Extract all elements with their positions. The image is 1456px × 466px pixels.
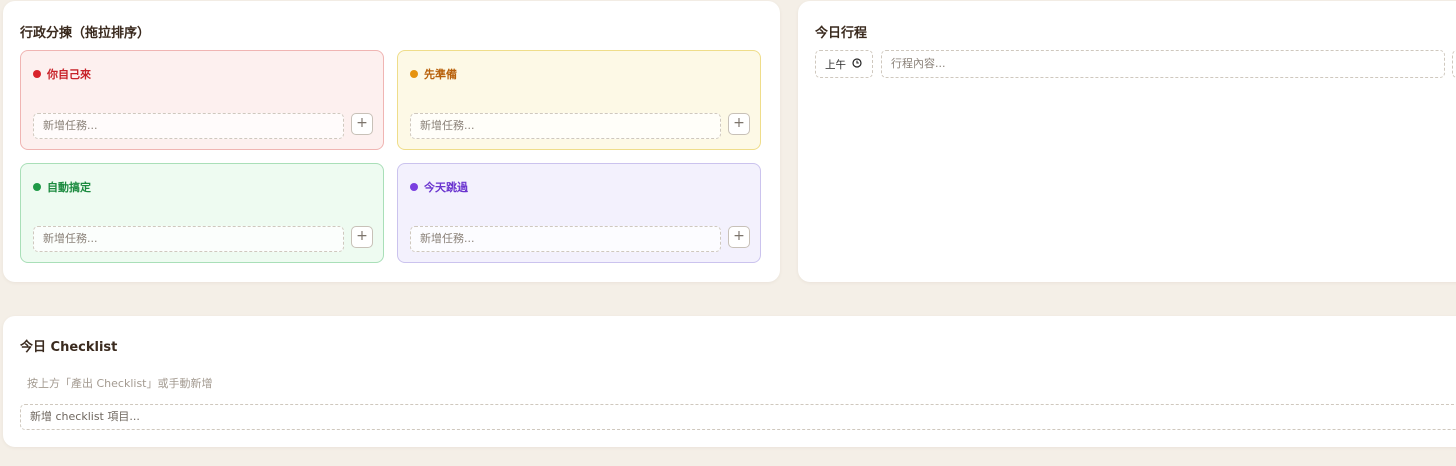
purple-dot-icon xyxy=(410,183,418,191)
checklist-panel: 今日 Checklist 按上方「產出 Checklist」或手動新增 新增 c… xyxy=(3,316,1456,447)
add-task-button[interactable]: + xyxy=(351,226,373,248)
quadrant-header: 先準備 xyxy=(410,66,457,82)
time-input[interactable]: 上午 xyxy=(815,50,873,78)
orange-dot-icon xyxy=(410,70,418,78)
add-task-button[interactable]: + xyxy=(728,113,750,135)
new-task-input[interactable]: 新增任務... xyxy=(33,226,344,252)
triage-panel: 行政分揀（拖拉排序） 你自己來 新增任務... + 先準備 新增任務... + … xyxy=(3,1,780,282)
quadrant-automate[interactable]: 自動搞定 新增任務... + xyxy=(20,163,384,263)
quadrant-label: 自動搞定 xyxy=(47,181,91,194)
quadrant-prepare-first[interactable]: 先準備 新增任務... + xyxy=(397,50,761,150)
quadrant-label: 先準備 xyxy=(424,68,457,81)
schedule-title: 今日行程 xyxy=(815,26,868,41)
checklist-title: 今日 Checklist xyxy=(20,340,118,355)
quadrant-do-it-yourself[interactable]: 你自己來 新增任務... + xyxy=(20,50,384,150)
quadrant-header: 你自己來 xyxy=(33,66,91,82)
schedule-add-button[interactable] xyxy=(1452,50,1456,78)
add-task-button[interactable]: + xyxy=(728,226,750,248)
triage-title: 行政分揀（拖拉排序） xyxy=(20,26,151,41)
new-task-input[interactable]: 新增任務... xyxy=(410,113,721,139)
quadrant-label: 你自己來 xyxy=(47,68,91,81)
new-task-input[interactable]: 新增任務... xyxy=(410,226,721,252)
add-task-button[interactable]: + xyxy=(351,113,373,135)
new-task-input[interactable]: 新增任務... xyxy=(33,113,344,139)
clock-icon[interactable] xyxy=(852,57,862,71)
quadrant-label: 今天跳過 xyxy=(424,181,468,194)
quadrant-header: 自動搞定 xyxy=(33,179,91,195)
checklist-hint: 按上方「產出 Checklist」或手動新增 xyxy=(27,377,213,390)
quadrant-skip-today[interactable]: 今天跳過 新增任務... + xyxy=(397,163,761,263)
schedule-content-input[interactable]: 行程內容... xyxy=(881,50,1445,78)
time-value: 上午 xyxy=(825,58,846,71)
checklist-item-input[interactable]: 新增 checklist 項目... xyxy=(20,404,1456,430)
green-dot-icon xyxy=(33,183,41,191)
schedule-panel: 今日行程 上午 行程內容... xyxy=(798,1,1456,282)
quadrant-header: 今天跳過 xyxy=(410,179,468,195)
red-dot-icon xyxy=(33,70,41,78)
